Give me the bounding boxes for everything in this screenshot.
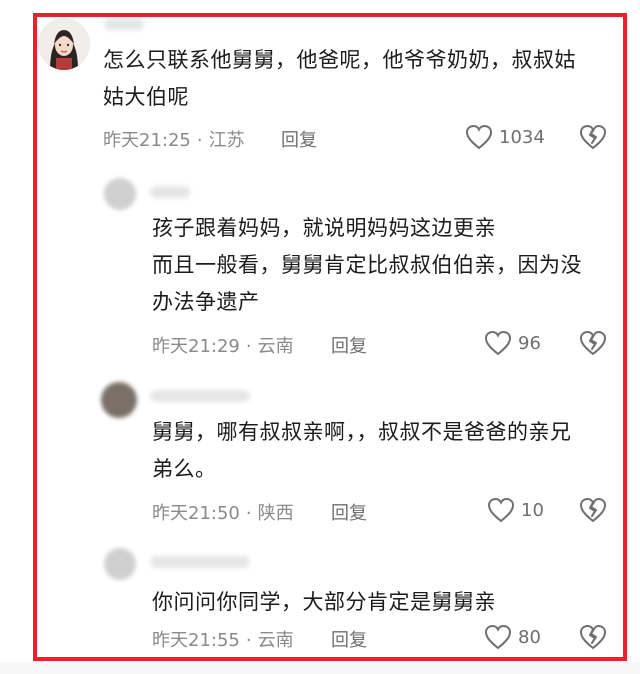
bottom-strip: [0, 662, 640, 674]
highlight-frame: [33, 13, 627, 661]
